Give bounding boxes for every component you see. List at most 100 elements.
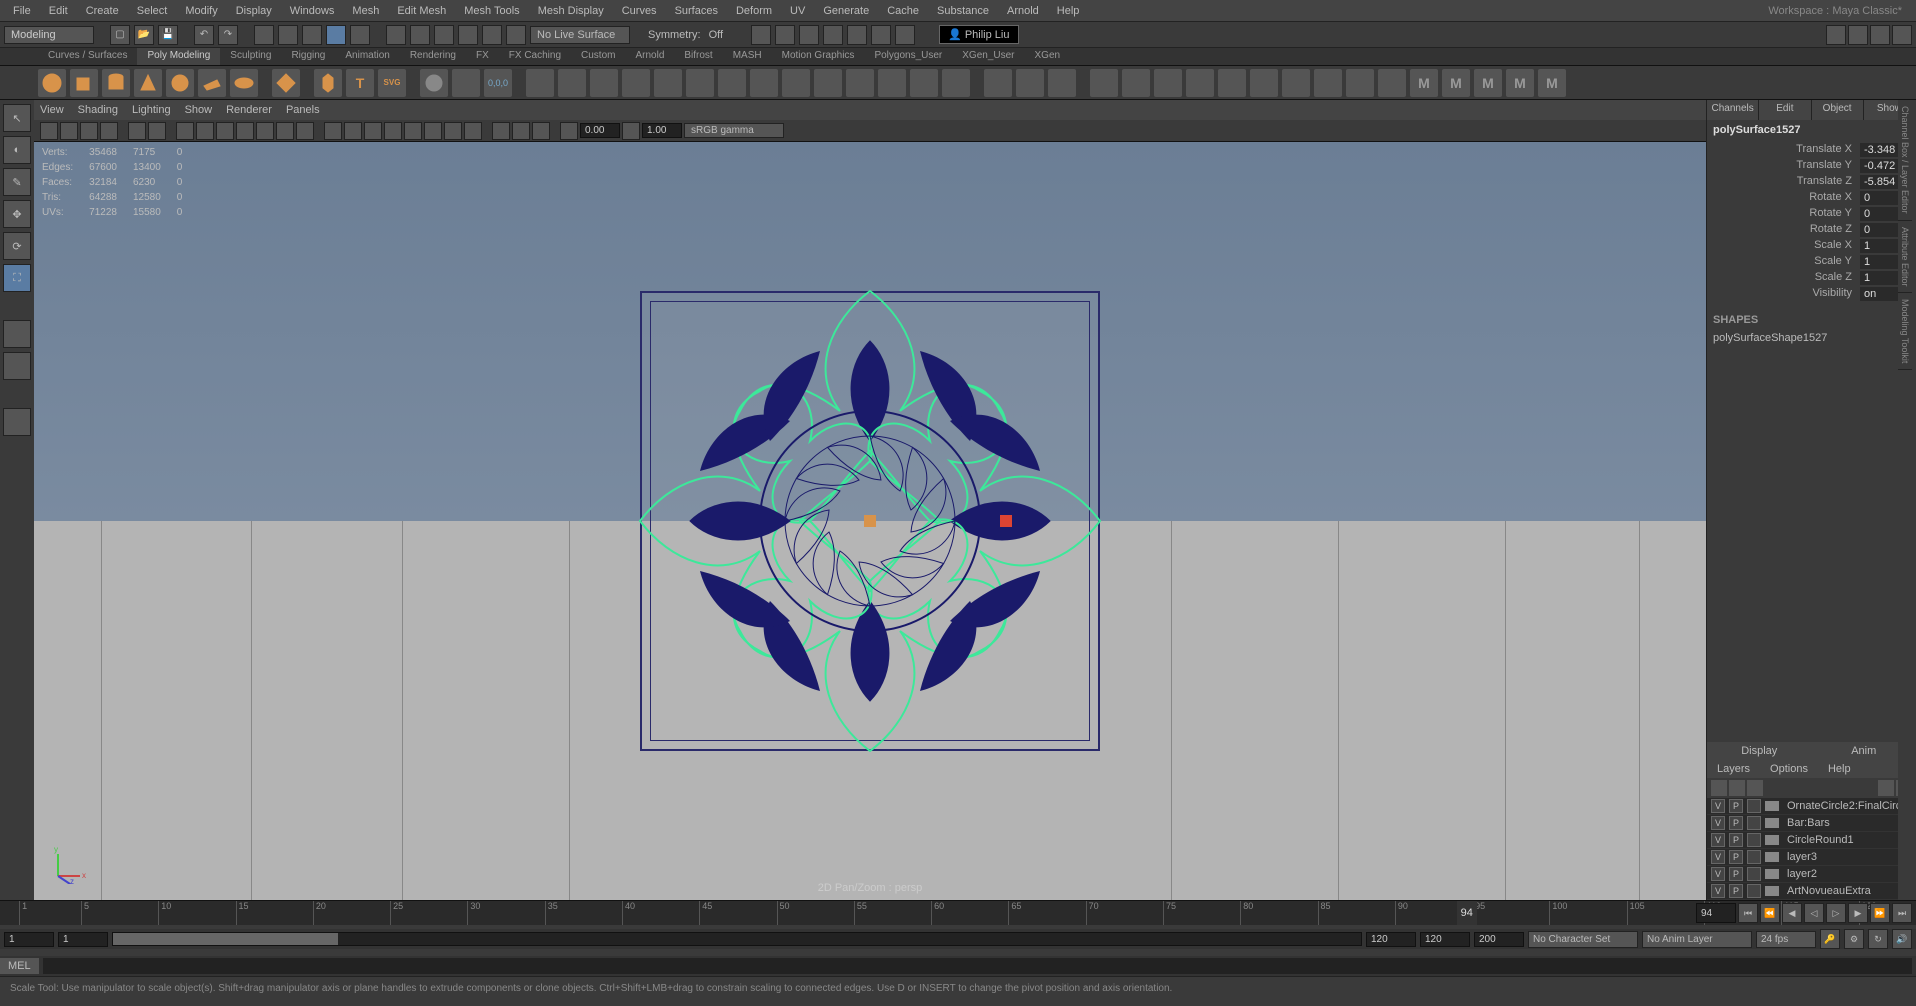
layer-type-toggle[interactable] bbox=[1747, 884, 1761, 898]
select-uv-icon[interactable] bbox=[350, 25, 370, 45]
quad-draw-icon[interactable] bbox=[1282, 69, 1310, 97]
vp-exposure-icon[interactable] bbox=[560, 122, 578, 140]
render-setup-icon[interactable] bbox=[871, 25, 891, 45]
vp-isolate-icon[interactable] bbox=[492, 122, 510, 140]
panel-layout-icon[interactable] bbox=[895, 25, 915, 45]
range-end-outer[interactable] bbox=[1420, 932, 1470, 947]
sound-icon[interactable]: 🔊 bbox=[1892, 929, 1912, 949]
menu-help[interactable]: Help bbox=[1048, 2, 1089, 20]
menu-create[interactable]: Create bbox=[77, 2, 128, 20]
shelf-tab-animation[interactable]: Animation bbox=[335, 48, 399, 65]
range-bar[interactable] bbox=[112, 932, 1362, 946]
ui-toggle-1-icon[interactable] bbox=[1826, 25, 1846, 45]
play-back-icon[interactable]: ◁ bbox=[1804, 903, 1824, 923]
vp-res-gate-icon[interactable] bbox=[216, 122, 234, 140]
scale-tool[interactable]: ⛶ bbox=[3, 264, 31, 292]
mirror-icon[interactable] bbox=[452, 69, 480, 97]
vp-wireframe-icon[interactable] bbox=[324, 122, 342, 140]
layer-color-swatch[interactable] bbox=[1765, 818, 1779, 828]
current-frame-marker[interactable]: 94 bbox=[1457, 901, 1477, 925]
vp-xray-icon[interactable] bbox=[512, 122, 530, 140]
sculpt-4-icon[interactable] bbox=[1186, 69, 1214, 97]
vp-xray-joints-icon[interactable] bbox=[532, 122, 550, 140]
shelf-tab-rigging[interactable]: Rigging bbox=[281, 48, 335, 65]
vp-field-chart-icon[interactable] bbox=[256, 122, 274, 140]
layer-play-toggle[interactable]: P bbox=[1729, 799, 1743, 813]
hypershade-icon[interactable] bbox=[823, 25, 843, 45]
shelf-tab-arnold[interactable]: Arnold bbox=[625, 48, 674, 65]
viewport[interactable]: Verts:3546871750Edges:67600134000Faces:3… bbox=[34, 142, 1706, 900]
vp-aa-icon[interactable] bbox=[464, 122, 482, 140]
lasso-tool[interactable]: ◐ bbox=[3, 136, 31, 164]
vp-bookmark-icon[interactable] bbox=[80, 122, 98, 140]
boolean-union-icon[interactable] bbox=[558, 69, 586, 97]
vp-gamma-icon[interactable] bbox=[622, 122, 640, 140]
shelf-tab-polymodeling[interactable]: Poly Modeling bbox=[137, 48, 220, 65]
panel-panels[interactable]: Panels bbox=[286, 104, 320, 116]
menu-file[interactable]: File bbox=[4, 2, 40, 20]
menu-curves[interactable]: Curves bbox=[613, 2, 666, 20]
vp-safe-action-icon[interactable] bbox=[276, 122, 294, 140]
layer-vis-toggle[interactable]: V bbox=[1711, 884, 1725, 898]
layer-color-swatch[interactable] bbox=[1765, 869, 1779, 879]
menu-substance[interactable]: Substance bbox=[928, 2, 998, 20]
menu-generate[interactable]: Generate bbox=[814, 2, 878, 20]
poly-cylinder-icon[interactable] bbox=[102, 69, 130, 97]
layer-add-sel-icon[interactable] bbox=[1878, 780, 1894, 796]
multicut-icon[interactable] bbox=[984, 69, 1012, 97]
render-icon[interactable] bbox=[751, 25, 771, 45]
command-input[interactable] bbox=[43, 958, 1912, 974]
append-icon[interactable] bbox=[1378, 69, 1406, 97]
menu-editmesh[interactable]: Edit Mesh bbox=[388, 2, 455, 20]
layer-vis-toggle[interactable]: V bbox=[1711, 799, 1725, 813]
shelf-tab-xgen[interactable]: XGen bbox=[1025, 48, 1071, 65]
fill-hole-icon[interactable] bbox=[1346, 69, 1374, 97]
move-tool[interactable]: ✥ bbox=[3, 200, 31, 228]
shelf-tab-fx[interactable]: FX bbox=[466, 48, 499, 65]
layers-options[interactable]: Options bbox=[1760, 760, 1818, 778]
vp-film-gate-icon[interactable] bbox=[196, 122, 214, 140]
layers-help[interactable]: Help bbox=[1818, 760, 1861, 778]
bevel-icon[interactable] bbox=[718, 69, 746, 97]
poly-sphere-icon[interactable] bbox=[38, 69, 66, 97]
poly-plane-icon[interactable] bbox=[198, 69, 226, 97]
ui-toggle-3-icon[interactable] bbox=[1870, 25, 1890, 45]
connect-icon[interactable] bbox=[1048, 69, 1076, 97]
superellipse-icon[interactable] bbox=[314, 69, 342, 97]
shelf-tab-xgenuser[interactable]: XGen_User bbox=[952, 48, 1024, 65]
rotate-tool[interactable]: ⟳ bbox=[3, 232, 31, 260]
layer-play-toggle[interactable]: P bbox=[1729, 867, 1743, 881]
workspace-selector[interactable]: Workspace : Maya Classic* bbox=[1768, 5, 1912, 17]
menu-arnold[interactable]: Arnold bbox=[998, 2, 1048, 20]
menu-mesh[interactable]: Mesh bbox=[343, 2, 388, 20]
menu-uv[interactable]: UV bbox=[781, 2, 814, 20]
reduce-icon[interactable] bbox=[814, 69, 842, 97]
layout-four[interactable] bbox=[3, 352, 31, 380]
target-weld-icon[interactable] bbox=[1016, 69, 1044, 97]
panel-view[interactable]: View bbox=[40, 104, 64, 116]
layer-type-toggle[interactable] bbox=[1747, 867, 1761, 881]
shelf-tab-mash[interactable]: MASH bbox=[723, 48, 772, 65]
quadrangulate-icon[interactable] bbox=[942, 69, 970, 97]
time-ruler[interactable]: 1510152025303540455055606570758085909510… bbox=[0, 901, 1916, 925]
layer-play-toggle[interactable]: P bbox=[1729, 884, 1743, 898]
shelf-tab-custom[interactable]: Custom bbox=[571, 48, 625, 65]
vtab-modeling-toolkit[interactable]: Modeling Toolkit bbox=[1898, 293, 1912, 370]
layer-play-toggle[interactable]: P bbox=[1729, 816, 1743, 830]
layer-row[interactable]: VPlayer3 bbox=[1707, 849, 1916, 866]
mark-m-5-icon[interactable]: M bbox=[1538, 69, 1566, 97]
layer-play-toggle[interactable]: P bbox=[1729, 833, 1743, 847]
layers-menu[interactable]: Layers bbox=[1707, 760, 1760, 778]
poly-cone-icon[interactable] bbox=[134, 69, 162, 97]
ipr-icon[interactable] bbox=[775, 25, 795, 45]
vp-grease-icon[interactable] bbox=[148, 122, 166, 140]
poly-disc-icon[interactable] bbox=[230, 69, 258, 97]
range-end-inner[interactable] bbox=[1366, 932, 1416, 947]
step-fwd-icon[interactable]: ▶ bbox=[1848, 903, 1868, 923]
shape-name[interactable]: polySurfaceShape1527 bbox=[1707, 330, 1916, 346]
remesh-icon[interactable] bbox=[846, 69, 874, 97]
vp-shadows-icon[interactable] bbox=[404, 122, 422, 140]
shelf-tab-rendering[interactable]: Rendering bbox=[400, 48, 466, 65]
vp-2d-pan-icon[interactable] bbox=[128, 122, 146, 140]
display-tab[interactable]: Display bbox=[1707, 742, 1812, 760]
